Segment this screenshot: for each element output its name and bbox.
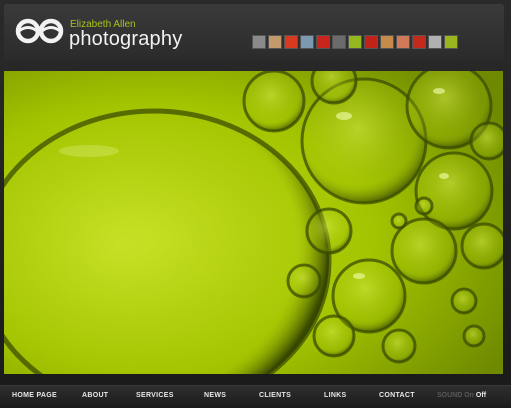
nav-news[interactable]: NEWS — [204, 392, 226, 399]
thumbnail-9[interactable] — [380, 35, 394, 49]
thumbnail-5[interactable] — [316, 35, 330, 49]
nav-home[interactable]: HOME PAGE — [12, 392, 57, 399]
thumbnail-10[interactable] — [396, 35, 410, 49]
thumbnail-1[interactable] — [252, 35, 266, 49]
thumbnail-7[interactable] — [348, 35, 362, 49]
thumbnail-strip — [252, 35, 458, 49]
thumbnail-12[interactable] — [428, 35, 442, 49]
nav-links[interactable]: LINKS — [324, 392, 347, 399]
thumbnail-4[interactable] — [300, 35, 314, 49]
thumbnail-11[interactable] — [412, 35, 426, 49]
nav-clients[interactable]: CLIENTS — [259, 392, 291, 399]
brand-tagline[interactable]: photography — [69, 28, 182, 51]
site-frame: Elizabeth Allen photography HOME PAGE AB… — [0, 0, 511, 408]
featured-photo — [4, 71, 503, 374]
logo-icon[interactable] — [14, 16, 66, 46]
main-nav: HOME PAGE ABOUT SERVICES NEWS CLIENTS LI… — [0, 385, 511, 407]
thumbnail-3[interactable] — [284, 35, 298, 49]
nav-about[interactable]: ABOUT — [82, 392, 108, 399]
thumbnail-2[interactable] — [268, 35, 282, 49]
nav-services[interactable]: SERVICES — [136, 392, 174, 399]
bubbles-image — [4, 71, 503, 374]
thumbnail-6[interactable] — [332, 35, 346, 49]
sound-on-button[interactable]: On — [464, 392, 474, 399]
header: Elizabeth Allen photography — [4, 4, 504, 60]
sound-label: SOUND — [437, 392, 463, 399]
thumbnail-8[interactable] — [364, 35, 378, 49]
thumbnail-13[interactable] — [444, 35, 458, 49]
sound-off-button[interactable]: Off — [476, 392, 486, 399]
nav-contact[interactable]: CONTACT — [379, 392, 415, 399]
sound-toggle: SOUND On Off — [437, 392, 486, 399]
